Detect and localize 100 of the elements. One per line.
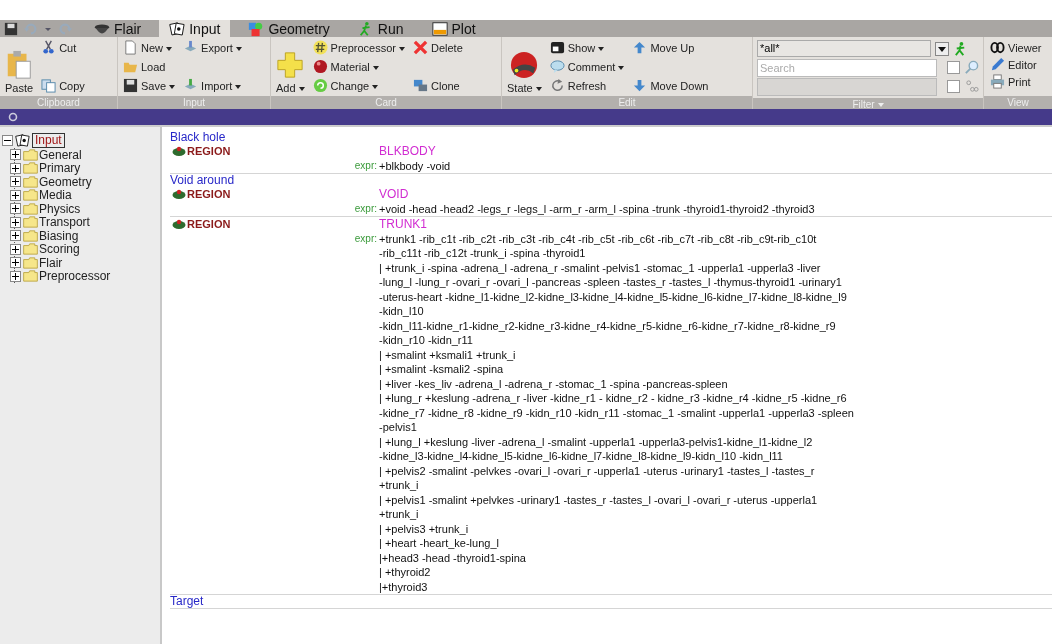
expr-label: expr: [353, 231, 378, 246]
window-icon [549, 40, 565, 55]
ribbon-button[interactable]: State [505, 48, 544, 94]
expression-line: | +liver -kes_liv -adrena_l -adrena_r -stomac_1 -spina -pancreas-spleen [379, 376, 729, 391]
tree-item[interactable]: Flair [39, 255, 63, 270]
ribbon-button[interactable]: Material [310, 58, 407, 75]
expand-toggle[interactable] [10, 216, 21, 228]
folder-icon [22, 256, 39, 269]
ribbon-button[interactable]: Clone [411, 77, 465, 94]
tab[interactable]: Plot [421, 20, 486, 37]
group-label: Card [271, 96, 501, 109]
tree-item[interactable]: General [39, 147, 82, 162]
expand-toggle[interactable] [10, 176, 21, 188]
printer-icon [990, 74, 1005, 89]
ribbon-button[interactable]: Paste [3, 48, 36, 94]
ribbon-button[interactable]: Change [310, 77, 407, 94]
folder-icon [22, 202, 39, 215]
ball-icon [510, 50, 539, 80]
ribbon-button[interactable]: Print [988, 73, 1048, 90]
expression-line: -rib_c11t -rib_c12t -trunk_i -spina -thyroid1 [379, 246, 587, 261]
ribbon-button[interactable]: Refresh [547, 77, 627, 94]
expand-toggle[interactable] [10, 243, 21, 255]
expr-label: expr: [353, 201, 378, 216]
expression-line: +trunk_i [379, 478, 420, 493]
circle-icon [8, 112, 18, 122]
ribbon-button[interactable]: Preprocessor [310, 39, 407, 56]
search-field[interactable]: Search [757, 58, 937, 77]
goggles-icon [990, 40, 1005, 55]
scissors-icon [41, 40, 57, 55]
expression-line: -kidne_r7 -kidne_r8 -kidne_r9 -kidn_r10 -kidn_r11 -stomac_1 -smalint -upperla1 -upperla3 -spleen [379, 405, 855, 420]
checkbox[interactable] [947, 80, 960, 93]
expand-toggle[interactable] [10, 203, 21, 215]
tree-item[interactable]: Media [39, 188, 72, 203]
expression-line: | +heart -heart_ke-lung_l [379, 536, 500, 551]
refresh-icon [549, 78, 565, 93]
checkbox[interactable] [947, 61, 960, 74]
plot-icon [431, 20, 448, 37]
expression-line: | +thyroid2 [379, 565, 432, 580]
ribbon-button[interactable]: Comment [547, 58, 627, 75]
refresh-circle-icon [312, 78, 328, 93]
card-type: REGION [187, 144, 231, 159]
tree-item[interactable]: Primary [39, 161, 81, 176]
filter-field[interactable] [757, 77, 937, 96]
folder-icon [22, 229, 39, 242]
hash-icon [312, 40, 328, 55]
expand-toggle[interactable] [10, 257, 21, 269]
filter-combo[interactable]: *all* [757, 40, 931, 57]
tree-item[interactable]: Preprocessor [39, 269, 111, 284]
card-type: REGION [187, 217, 231, 232]
tab[interactable]: Input [159, 20, 231, 37]
expand-toggle[interactable] [10, 149, 21, 161]
ribbon-button[interactable]: Viewer [988, 39, 1048, 56]
ribbon-button[interactable]: Editor [988, 56, 1048, 73]
tab[interactable]: Geometry [238, 20, 340, 37]
expand-toggle[interactable] [10, 162, 21, 174]
expand-toggle[interactable] [10, 230, 21, 242]
collapse-toggle[interactable] [2, 135, 13, 146]
tree-item[interactable]: Input [32, 133, 65, 148]
tree-item[interactable]: Transport [39, 215, 90, 230]
folder-icon [22, 175, 39, 188]
expression-line: | +pelvis2 -smalint -pelvkes -ovari_l -ovari_r -upperla1 -uterus -urinary1 -tastes_l -tastes_r [379, 463, 816, 478]
card-name: TRUNK1 [379, 217, 428, 232]
expression-line: -kidn_r10 -kidn_r11 [379, 333, 474, 348]
speech-bubble-icon [549, 59, 565, 74]
expand-toggle[interactable] [10, 270, 21, 282]
ribbon-button[interactable]: Move Down [630, 77, 711, 94]
folder-icon [22, 189, 39, 202]
ribbon-button[interactable]: Save [121, 77, 178, 94]
close-icon [413, 40, 428, 55]
dropdown-icon[interactable] [935, 41, 949, 56]
dots-icon[interactable] [964, 79, 979, 94]
expand-toggle[interactable] [10, 189, 21, 201]
folder-icon [22, 243, 39, 256]
cards-icon [169, 20, 186, 37]
ribbon-button[interactable]: Import [181, 77, 244, 94]
ribbon-button[interactable]: Add [274, 48, 307, 94]
ribbon-button[interactable]: Show [547, 39, 627, 56]
ribbon-button[interactable]: Delete [411, 39, 465, 56]
expression-line: | +smalint +ksmali1 +trunk_i [379, 347, 517, 362]
tab[interactable]: Run [347, 20, 414, 37]
tab[interactable]: Flair [84, 20, 152, 37]
pencil-icon [990, 57, 1005, 72]
card-comment: Black hole [170, 131, 227, 144]
ribbon-button[interactable]: New [121, 39, 178, 56]
ribbon-button[interactable]: Load [121, 58, 178, 75]
tree-item[interactable]: Scoring [39, 242, 80, 257]
ribbon-button[interactable]: Cut [39, 39, 87, 56]
group-label: Edit [502, 96, 752, 109]
plus-icon [276, 50, 305, 80]
expression-line: -kidn_l10 [379, 304, 425, 319]
card-name: BLKBODY [379, 144, 437, 159]
expression-line: +blkbody -void [379, 158, 452, 173]
ribbon-button[interactable]: Copy [39, 77, 87, 94]
save-icon[interactable] [4, 21, 18, 36]
ribbon-button[interactable]: Move Up [630, 39, 711, 56]
tree-item[interactable]: Geometry [39, 174, 92, 189]
ribbon-button[interactable]: Export [181, 39, 244, 56]
tree-item[interactable]: Physics [39, 201, 81, 216]
tree-item[interactable]: Biasing [39, 228, 79, 243]
expression-line: -uterus-heart -kidne_l1-kidne_l2-kidne_l3-kidne_l4-kidne_l5-kidne_l6-kidne_l7-kidne_l8-kidne_l9 [379, 289, 848, 304]
